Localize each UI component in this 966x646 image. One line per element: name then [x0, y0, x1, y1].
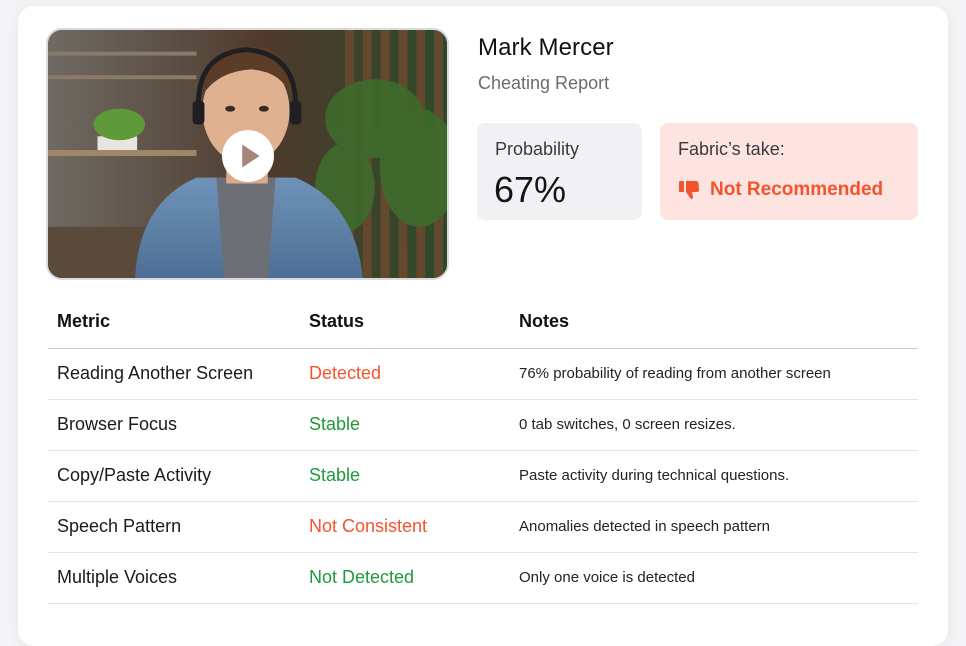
- report-title: Cheating Report: [478, 73, 610, 93]
- table-row: Browser Focus Stable 0 tab switches, 0 scr…: [48, 399, 918, 451]
- status-cell: Detected: [309, 348, 519, 400]
- status-cell: Stable: [309, 450, 519, 502]
- note-cell: 0 tab switches, 0 screen resizes.: [519, 399, 918, 451]
- table-row: Speech Pattern Not Consistent Anomalies de…: [48, 501, 918, 553]
- header-metric: Metric: [48, 296, 309, 349]
- note-cell: 76% probability of reading from another …: [519, 348, 918, 400]
- play-button[interactable]: [222, 130, 274, 182]
- candidate-name: Mark Mercer: [478, 34, 614, 61]
- header-notes: Notes: [519, 296, 918, 349]
- probability-card: Probability 67%: [477, 123, 642, 220]
- table-row: Copy/Paste Activity Stable Paste activity …: [48, 450, 918, 502]
- metric-cell: Reading Another Screen: [48, 348, 309, 400]
- recommendation-value: Not Recommended: [710, 179, 884, 200]
- table-row: Reading Another Screen Detected 76% probab…: [48, 348, 918, 400]
- status-cell: Not Consistent: [309, 501, 519, 553]
- table-row: Multiple Voices Not Detected Only one voic…: [48, 552, 918, 604]
- header-status: Status: [309, 296, 519, 349]
- play-icon: [222, 130, 274, 182]
- video-player[interactable]: [46, 28, 449, 280]
- metric-cell: Copy/Paste Activity: [48, 450, 309, 502]
- table-header-row: Metric Status Notes: [48, 296, 918, 349]
- fabric-take-label: Fabric’s take:: [678, 139, 785, 159]
- metric-cell: Browser Focus: [48, 399, 309, 451]
- thumbs-down-icon: [679, 181, 699, 199]
- status-cell: Not Detected: [309, 552, 519, 604]
- metric-cell: Multiple Voices: [48, 552, 309, 604]
- metric-cell: Speech Pattern: [48, 501, 309, 553]
- fabric-take-card: Fabric’s take: Not Recommended: [660, 123, 918, 220]
- note-cell: Paste activity during technical question…: [519, 450, 918, 502]
- probability-value: 67%: [494, 169, 567, 210]
- recommendation: Not Recommended: [678, 179, 883, 201]
- metrics-table: Metric Status Notes Reading Another Scre…: [48, 296, 918, 604]
- note-cell: Anomalies detected in speech pattern: [519, 501, 918, 553]
- note-cell: Only one voice is detected: [519, 552, 918, 604]
- status-cell: Stable: [309, 399, 519, 451]
- probability-label: Probability: [495, 139, 580, 159]
